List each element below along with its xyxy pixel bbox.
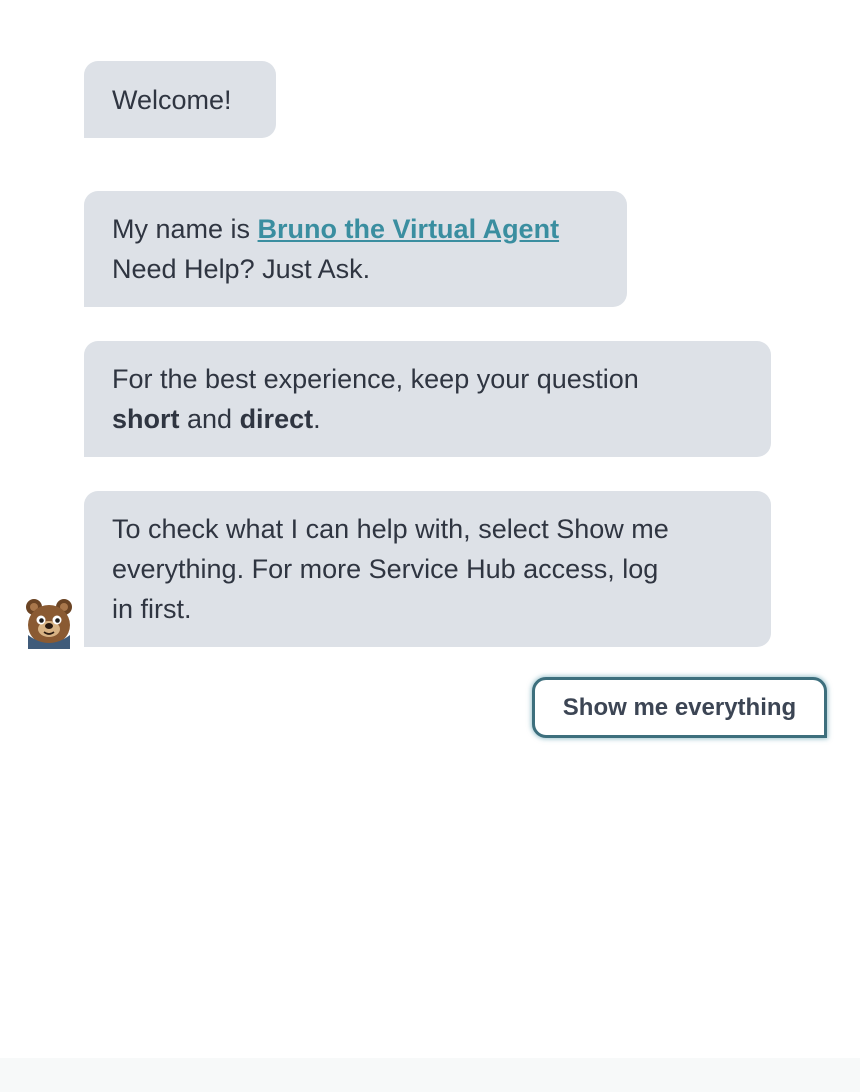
- message-bubble-tip: For the best experience, keep your quest…: [84, 341, 771, 457]
- message-text: Welcome!: [112, 85, 232, 115]
- message-text: and: [179, 404, 240, 434]
- message-text: Need Help? Just Ask.: [112, 254, 371, 284]
- message-bubble-welcome: Welcome!: [84, 61, 276, 138]
- message-text: in first.: [112, 594, 192, 624]
- composer-area: [0, 1058, 860, 1092]
- emphasis-direct: direct: [239, 404, 314, 434]
- message-bubble-intro: My name is Bruno the Virtual Agent Need …: [84, 191, 627, 307]
- message-text: My name is: [112, 214, 258, 244]
- message-text: .: [313, 404, 321, 434]
- message-text: everything. For more Service Hub access,…: [112, 554, 659, 584]
- emphasis-short: short: [112, 404, 180, 434]
- message-line: My name is Bruno the Virtual Agent: [112, 209, 599, 249]
- agent-name-link[interactable]: Bruno the Virtual Agent: [258, 214, 560, 244]
- message-bubble-help: To check what I can help with, select Sh…: [84, 491, 771, 647]
- message-text: To check what I can help with, select Sh…: [112, 514, 669, 544]
- bear-avatar-icon: [22, 595, 76, 649]
- show-me-everything-button[interactable]: Show me everything: [532, 677, 827, 738]
- message-line: short and direct.: [112, 399, 743, 439]
- message-text: For the best experience, keep your quest…: [112, 364, 639, 394]
